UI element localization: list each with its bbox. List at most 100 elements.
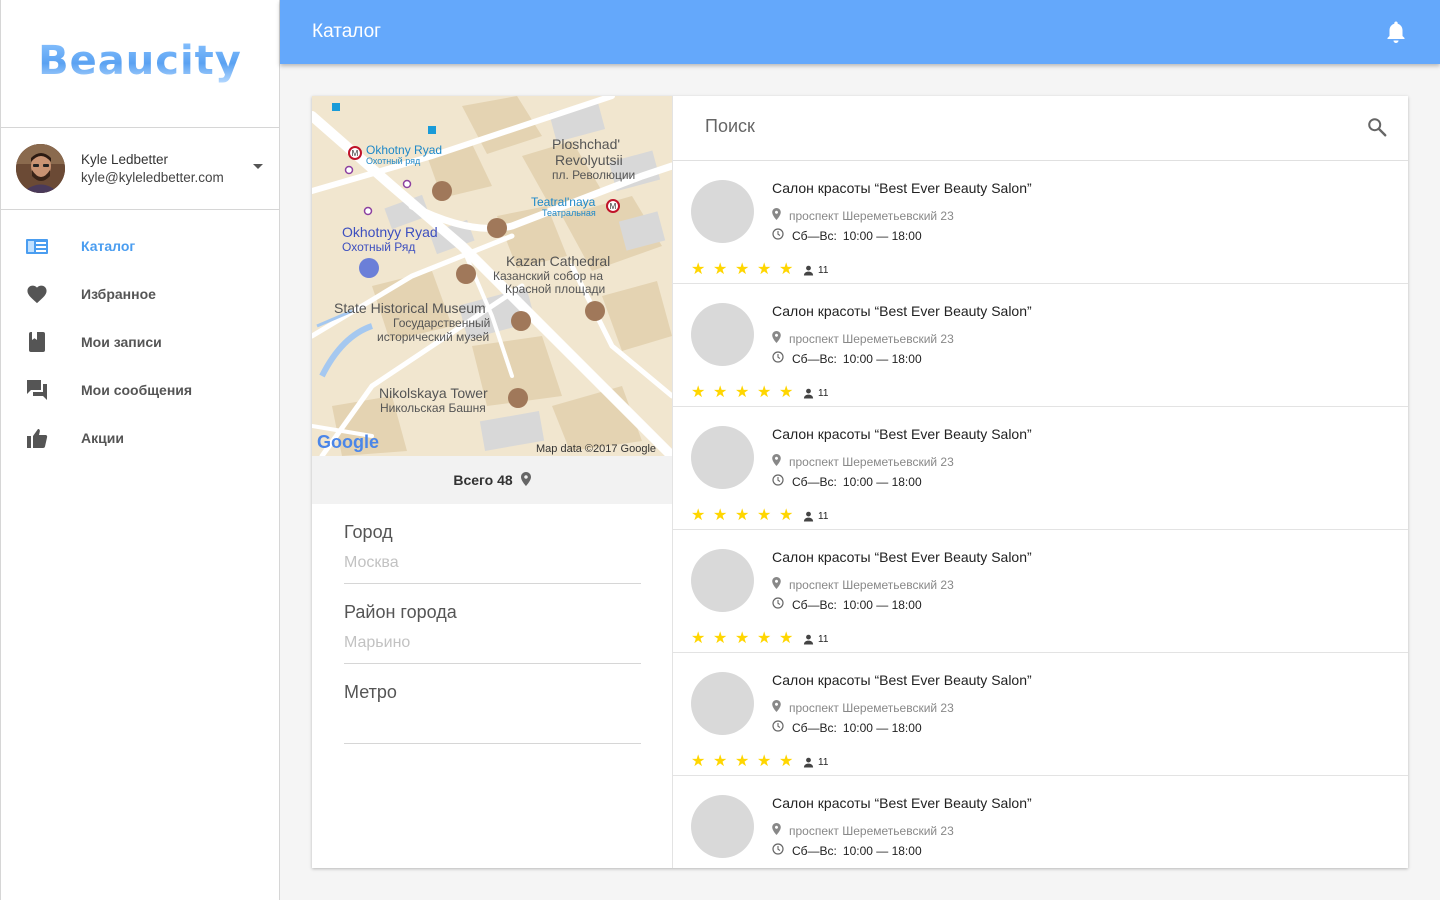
- salon-hours: Сб—Вс: 10:00 — 18:00: [772, 474, 922, 489]
- salon-hours: Сб—Вс: 10:00 — 18:00: [772, 228, 922, 243]
- review-count: 11: [818, 510, 829, 522]
- salon-days: Сб—Вс:: [792, 597, 837, 612]
- map-label: Nikolskaya Tower: [379, 385, 488, 401]
- sidebar-item-bookings[interactable]: Мои записи: [1, 318, 279, 366]
- map-label: Teatral'naya: [531, 195, 596, 209]
- star-icon: ★: [735, 384, 750, 401]
- results-total-label: Всего 48: [453, 472, 513, 488]
- svg-text:M: M: [610, 202, 617, 211]
- clock-icon: [772, 351, 792, 366]
- search-input[interactable]: [705, 116, 1305, 137]
- map[interactable]: M M Okhotny Ryad Охотный ряд Ploshchad' …: [312, 96, 672, 456]
- page-title: Каталог: [312, 21, 382, 42]
- results-total[interactable]: Всего 48: [312, 456, 672, 504]
- salon-name[interactable]: Салон красоты “Best Ever Beauty Salon”: [772, 303, 1032, 319]
- star-icon: ★: [779, 507, 794, 524]
- sidebar-item-favorites[interactable]: Избранное: [1, 270, 279, 318]
- salon-name[interactable]: Салон красоты “Best Ever Beauty Salon”: [772, 795, 1032, 811]
- user-panel[interactable]: Kyle Ledbetter kyle@kyleledbetter.com: [1, 128, 279, 210]
- city-field-value[interactable]: Москва: [344, 554, 399, 572]
- heart-icon: [25, 282, 49, 306]
- salon-list-item[interactable]: Салон красоты “Best Ever Beauty Salon” п…: [673, 530, 1408, 653]
- map-label: Kazan Cathedral: [506, 253, 610, 269]
- map-label: Ploshchad': [552, 136, 620, 152]
- salon-name[interactable]: Салон красоты “Best Ever Beauty Salon”: [772, 426, 1032, 442]
- salon-hours: Сб—Вс: 10:00 — 18:00: [772, 597, 922, 612]
- salon-rating: ★ ★ ★ ★ ★ 11: [691, 508, 828, 524]
- star-icon: ★: [713, 384, 728, 401]
- map-label: Revolyutsii: [555, 152, 623, 168]
- district-field-label: Район города: [344, 602, 457, 622]
- metro-field-label: Метро: [344, 682, 397, 702]
- star-icon: ★: [691, 261, 706, 278]
- city-field-label: Город: [344, 522, 393, 542]
- district-field[interactable]: Район города Марьино: [344, 584, 641, 664]
- sidebar-item-promotions[interactable]: Акции: [1, 414, 279, 462]
- map-label: State Historical Museum: [334, 300, 486, 316]
- catalog-icon: [25, 234, 49, 258]
- google-logo: Google: [317, 432, 379, 452]
- star-icon: ★: [779, 384, 794, 401]
- star-rating: ★ ★ ★ ★ ★: [691, 631, 801, 647]
- bell-icon[interactable]: [1386, 20, 1406, 49]
- salon-days: Сб—Вс:: [792, 228, 837, 243]
- salon-list-item[interactable]: Салон красоты “Best Ever Beauty Salon” п…: [673, 407, 1408, 530]
- salon-rating: ★ ★ ★ ★ ★ 11: [691, 385, 828, 401]
- star-icon: ★: [757, 507, 772, 524]
- star-icon: ★: [735, 507, 750, 524]
- salon-list-item[interactable]: Салон красоты “Best Ever Beauty Salon” п…: [673, 776, 1408, 868]
- map-label: Казанский собор на: [493, 269, 603, 283]
- sidebar-item-catalog[interactable]: Каталог: [1, 222, 279, 270]
- bookmark-book-icon: [25, 330, 49, 354]
- salon-hours-text: 10:00 — 18:00: [842, 474, 922, 489]
- salon-days: Сб—Вс:: [792, 351, 837, 366]
- salon-hours: Сб—Вс: 10:00 — 18:00: [772, 720, 922, 735]
- star-icon: ★: [757, 630, 772, 647]
- star-icon: ★: [779, 630, 794, 647]
- sidebar-item-label: Мои записи: [81, 334, 162, 350]
- star-rating: ★ ★ ★ ★ ★: [691, 262, 801, 278]
- sidebar-item-label: Акции: [81, 430, 124, 446]
- sidebar-item-messages[interactable]: Мои сообщения: [1, 366, 279, 414]
- star-rating: ★ ★ ★ ★ ★: [691, 508, 801, 524]
- salon-list-item[interactable]: Салон красоты “Best Ever Beauty Salon” п…: [673, 653, 1408, 776]
- salon-address-text: проспект Шереметьевский 23: [789, 823, 954, 838]
- map-pin-icon: [772, 823, 789, 838]
- map-label: Никольская Башня: [380, 401, 486, 415]
- district-field-value[interactable]: Марьино: [344, 634, 410, 652]
- map-pin-icon: [772, 454, 789, 469]
- salon-address-text: проспект Шереметьевский 23: [789, 454, 954, 469]
- salon-name[interactable]: Салон красоты “Best Ever Beauty Salon”: [772, 549, 1032, 565]
- metro-field[interactable]: Метро: [344, 664, 641, 744]
- svg-text:M: M: [352, 149, 359, 158]
- clock-icon: [772, 474, 792, 489]
- review-count: 11: [818, 264, 829, 276]
- map-pin-icon: [772, 577, 789, 592]
- search-bar: [673, 96, 1408, 161]
- salon-hours-text: 10:00 — 18:00: [842, 351, 922, 366]
- salon-photo: [691, 549, 754, 612]
- salon-rating: ★ ★ ★ ★ ★ 11: [691, 754, 828, 770]
- salon-list-item[interactable]: Салон красоты “Best Ever Beauty Salon” п…: [673, 161, 1408, 284]
- salon-list-item[interactable]: Салон красоты “Best Ever Beauty Salon” п…: [673, 284, 1408, 407]
- map-attribution: Map data ©2017 Google: [536, 443, 656, 455]
- salon-name[interactable]: Салон красоты “Best Ever Beauty Salon”: [772, 180, 1032, 196]
- person-icon: [803, 388, 814, 399]
- map-label: Театральная: [542, 208, 596, 218]
- salon-list-panel: Салон красоты “Best Ever Beauty Salon” п…: [673, 96, 1408, 868]
- search-icon[interactable]: [1366, 116, 1388, 143]
- salon-photo: [691, 426, 754, 489]
- user-email: kyle@kyleledbetter.com: [81, 170, 224, 185]
- salon-name[interactable]: Салон красоты “Best Ever Beauty Salon”: [772, 672, 1032, 688]
- salon-address-text: проспект Шереметьевский 23: [789, 208, 954, 223]
- star-icon: ★: [757, 753, 772, 770]
- city-field[interactable]: Город Москва: [344, 504, 641, 584]
- salon-photo: [691, 303, 754, 366]
- salon-hours-text: 10:00 — 18:00: [842, 228, 922, 243]
- salon-hours: Сб—Вс: 10:00 — 18:00: [772, 843, 922, 858]
- salon-days: Сб—Вс:: [792, 843, 837, 858]
- chevron-down-icon[interactable]: [253, 164, 263, 169]
- app-logo[interactable]: Beaucity: [38, 38, 242, 84]
- salon-hours: Сб—Вс: 10:00 — 18:00: [772, 351, 922, 366]
- star-icon: ★: [691, 384, 706, 401]
